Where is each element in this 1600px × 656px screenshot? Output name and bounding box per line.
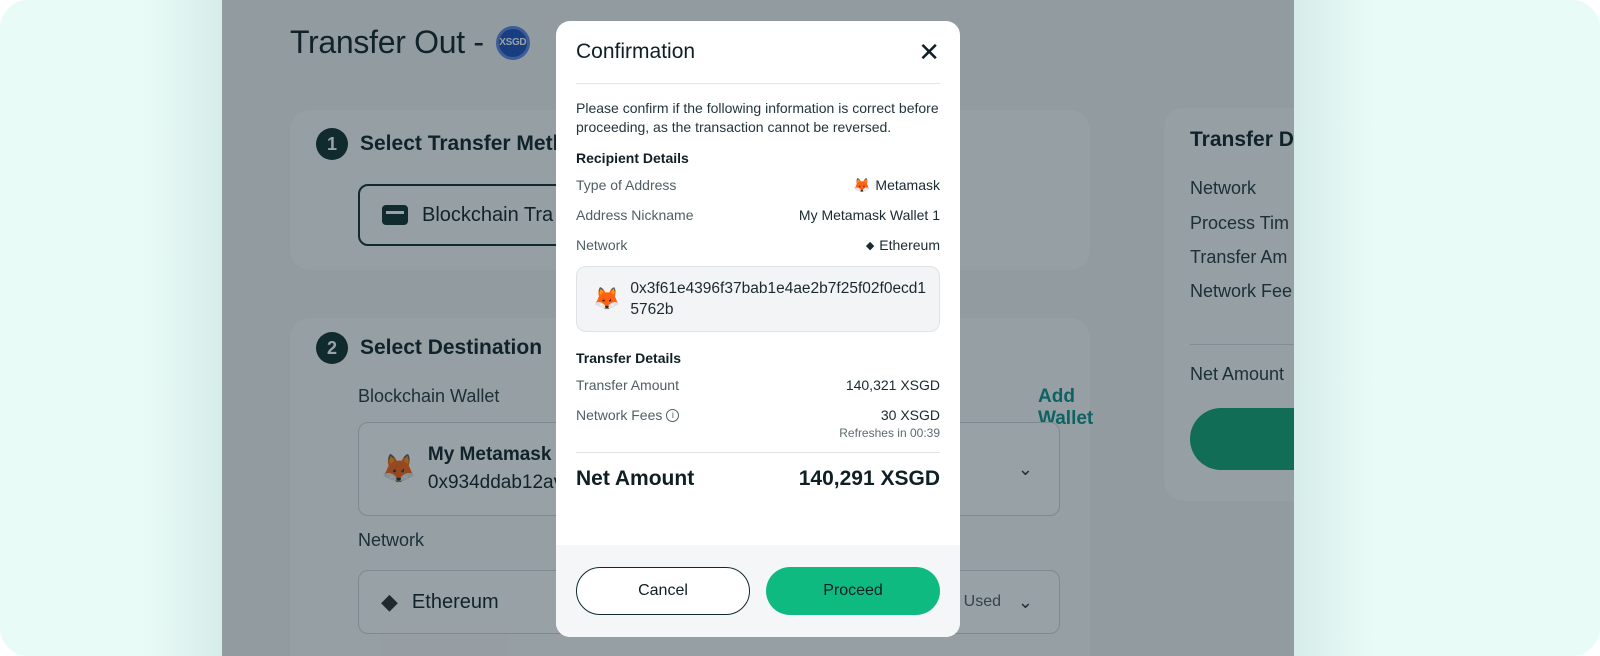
wallet-address: 0x3f61e4396f37bab1e4ae2b7f25f02f0ecd1576… — [630, 280, 927, 318]
proceed-button[interactable]: Proceed — [766, 567, 940, 615]
detail-label: Type of Address — [576, 177, 677, 193]
wallet-address-box: 🦊 0x3f61e4396f37bab1e4ae2b7f25f02f0ecd15… — [576, 266, 940, 332]
detail-label: Address Nickname — [576, 207, 694, 223]
detail-value: Ethereum — [879, 237, 940, 253]
detail-label: Network Fees — [576, 407, 663, 423]
detail-label: Network — [576, 237, 628, 253]
detail-row-nickname: Address Nickname My Metamask Wallet 1 — [576, 200, 940, 230]
fox-icon: 🦊 — [852, 176, 871, 193]
frame-shadow — [1294, 0, 1374, 656]
transfer-details-heading: Transfer Details — [576, 350, 682, 366]
close-icon[interactable]: ✕ — [918, 39, 940, 65]
net-amount-label: Net Amount — [576, 467, 695, 490]
dialog-title: Confirmation — [576, 40, 696, 63]
recipient-details-heading: Recipient Details — [576, 150, 689, 166]
net-amount-row: Net Amount 140,291 XSGD — [576, 453, 940, 505]
confirmation-intro: Please confirm if the following informat… — [576, 100, 939, 135]
detail-value: 30 XSGD — [880, 407, 940, 423]
net-amount-value: 140,291 XSGD — [798, 467, 940, 490]
info-icon[interactable]: i — [666, 408, 680, 422]
detail-row-transfer-amount: Transfer Amount 140,321 XSGD — [576, 370, 940, 400]
ethereum-icon: ◆ — [865, 239, 875, 252]
detail-row-network: Network ◆ Ethereum — [576, 230, 940, 260]
detail-value: My Metamask Wallet 1 — [798, 207, 940, 223]
confirmation-dialog: Confirmation ✕ Please confirm if the fol… — [556, 21, 960, 637]
detail-value: Metamask — [875, 177, 940, 193]
fee-refresh-timer: Refreshes in 00:39 — [839, 426, 940, 440]
dialog-body: Please confirm if the following informat… — [576, 99, 940, 505]
dialog-header: Confirmation ✕ — [576, 21, 940, 84]
metamask-fox-icon: 🦊 — [593, 286, 621, 311]
detail-row-address-type: Type of Address 🦊 Metamask — [576, 170, 940, 200]
dialog-footer: Cancel Proceed — [556, 545, 960, 637]
detail-value: 140,321 XSGD — [845, 377, 940, 393]
detail-label: Transfer Amount — [576, 377, 679, 393]
cancel-button[interactable]: Cancel — [576, 567, 750, 615]
frame-shadow — [142, 0, 222, 656]
